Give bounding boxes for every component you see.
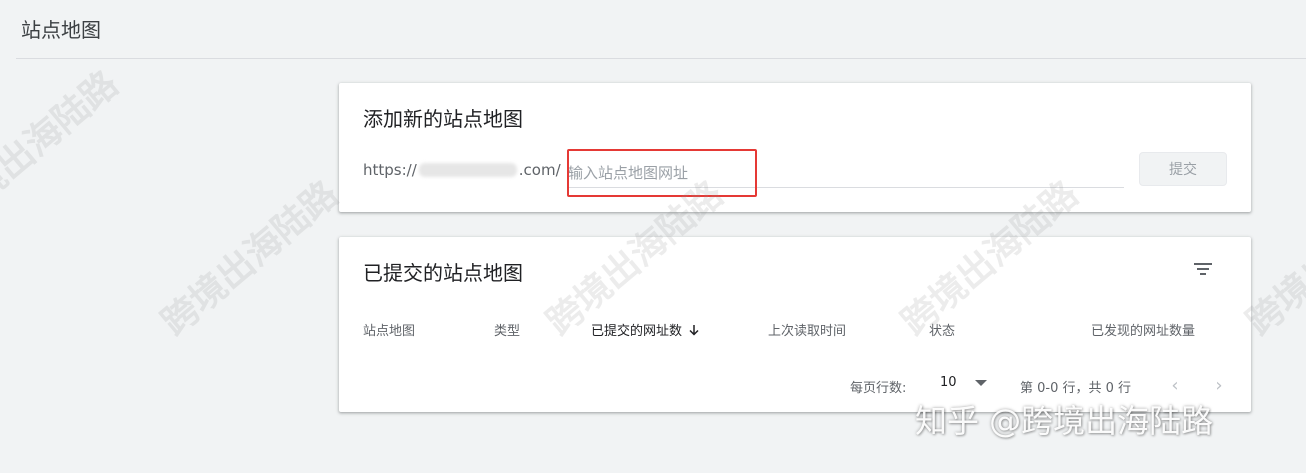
column-header-submitted-urls-label: 已提交的网址数 — [591, 324, 683, 339]
chevron-right-icon: › — [1215, 374, 1223, 396]
submit-button[interactable]: 提交 — [1139, 152, 1227, 186]
credit-watermark: 知乎 @跨境出海陆路 — [915, 402, 1214, 440]
sitemap-url-input[interactable] — [568, 155, 1124, 188]
rows-per-page-select[interactable]: 10 — [940, 375, 987, 390]
column-header-discovered-urls[interactable]: 已发现的网址数量 — [1091, 320, 1195, 339]
url-prefix: https:// .com/ — [363, 161, 561, 179]
rows-per-page-label: 每页行数: — [850, 381, 907, 396]
submitted-sitemaps-card: 已提交的站点地图 站点地图 类型 已提交的网址数 上次读取时间 状态 已发现的网… — [339, 237, 1251, 412]
next-page-button[interactable]: › — [1207, 373, 1231, 397]
previous-page-button[interactable]: ‹ — [1163, 373, 1187, 397]
rows-per-page-value: 10 — [940, 375, 957, 390]
watermark: 跨境出海陆路 — [154, 173, 347, 344]
filter-icon[interactable] — [1191, 257, 1215, 281]
page-header: 站点地图 — [16, 0, 1306, 59]
column-header-type[interactable]: 类型 — [494, 320, 520, 339]
add-sitemap-card: 添加新的站点地图 https:// .com/ 提交 — [339, 83, 1251, 212]
column-header-status[interactable]: 状态 — [929, 320, 955, 339]
page-title: 站点地图 — [21, 18, 101, 42]
chevron-left-icon: ‹ — [1171, 374, 1179, 396]
add-sitemap-title: 添加新的站点地图 — [363, 107, 523, 131]
redacted-domain — [418, 163, 517, 177]
watermark: 跨境出海陆路 — [0, 63, 127, 234]
caret-down-icon — [974, 379, 987, 386]
column-header-last-read[interactable]: 上次读取时间 — [768, 320, 846, 339]
column-header-sitemap[interactable]: 站点地图 — [363, 320, 415, 339]
sort-arrow-down-icon — [689, 324, 699, 336]
submitted-sitemaps-title: 已提交的站点地图 — [363, 261, 523, 285]
pagination-range: 第 0-0 行，共 0 行 — [1020, 381, 1132, 396]
url-prefix-scheme: https:// — [363, 161, 417, 179]
column-header-submitted-urls[interactable]: 已提交的网址数 — [591, 320, 700, 339]
url-prefix-tld: .com/ — [518, 161, 561, 179]
